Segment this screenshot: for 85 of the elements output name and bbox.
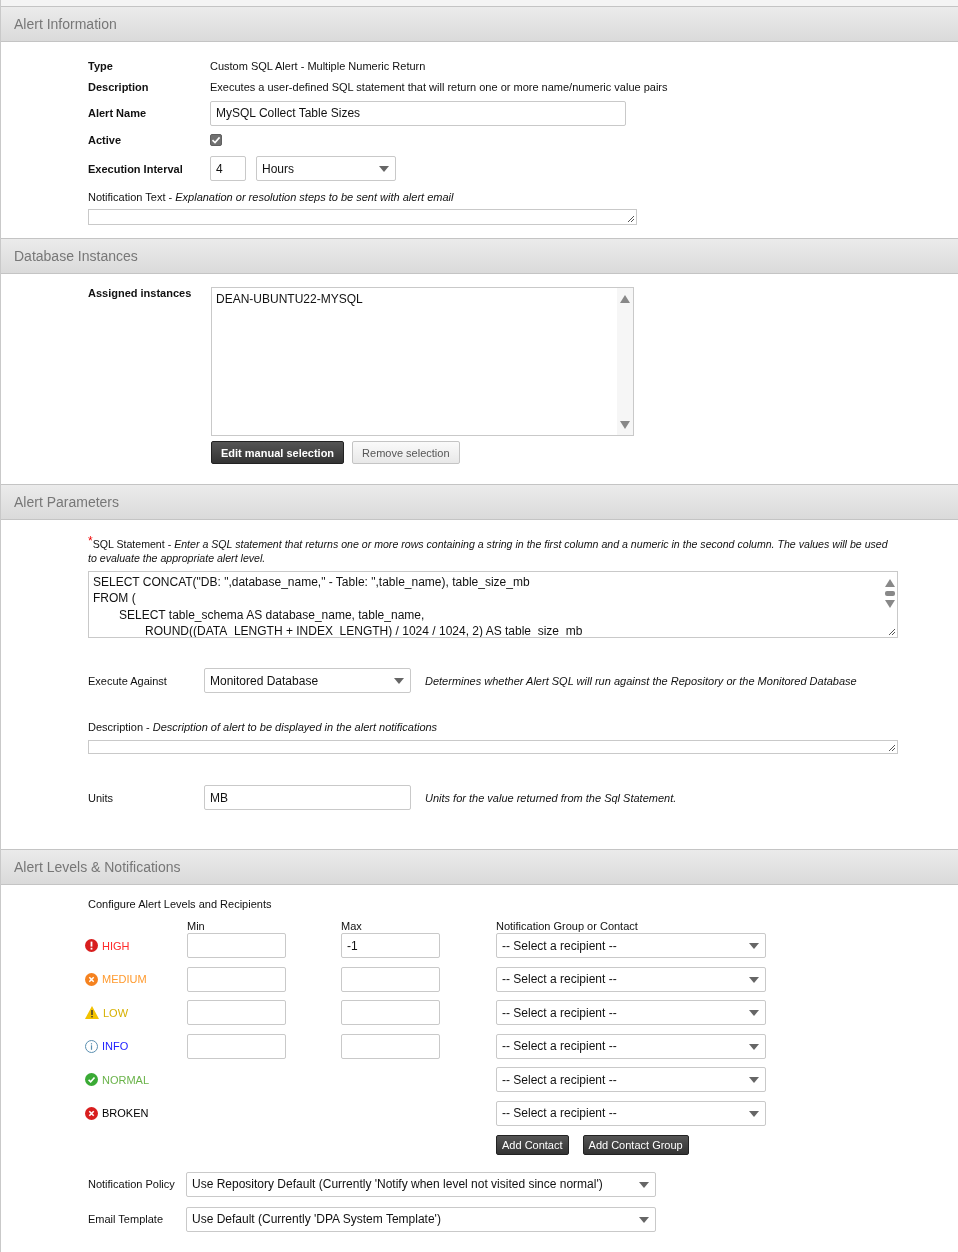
x-circle-icon xyxy=(85,972,98,986)
max-field[interactable] xyxy=(341,1033,440,1059)
max-field[interactable]: -1 xyxy=(341,933,440,958)
selection-button[interactable]: Remove selection xyxy=(352,441,460,464)
caret-icon xyxy=(749,943,759,949)
field-label: Alert Name xyxy=(88,107,148,119)
caret-icon xyxy=(749,1077,759,1084)
scroll-up-icon[interactable] xyxy=(885,579,895,587)
active-checkbox[interactable] xyxy=(210,134,222,146)
scroll-down-icon[interactable] xyxy=(885,600,895,608)
field-label: Active xyxy=(88,134,123,146)
hint-text: Determines whether Alert SQL will run against the Repository or the Monitored Database xyxy=(425,674,857,687)
min-field[interactable] xyxy=(187,933,286,958)
section-title: Alert Levels & Notifications xyxy=(14,859,181,875)
caret-icon xyxy=(379,166,389,172)
level-name: MEDIUM xyxy=(102,973,147,986)
caret-icon xyxy=(639,1181,649,1188)
units-field[interactable]: MB xyxy=(204,785,411,810)
sql-statement-field[interactable]: SELECT CONCAT("DB: ",database_name," - Table: ",table_name), table_size_mb FROM ( SELECT table_schema AS database_name, table_name, ROUND((DATA_LENGTH + INDEX_LENGTH) / 1024 / 1024, 2) AS table_size_mb xyxy=(88,571,898,638)
notification-text-label: Notification Text - Explanation or resolution steps to be sent with alert email xyxy=(88,191,454,203)
min-field[interactable] xyxy=(187,966,286,992)
description-label: Description - Description of alert to be displayed in the alert notifications xyxy=(88,721,438,733)
column-header: Min xyxy=(187,919,206,932)
check-circle-icon xyxy=(85,1073,98,1087)
field-label: Execute Against xyxy=(88,674,168,687)
recipient-dropdown[interactable]: -- Select a recipient -- xyxy=(496,1000,766,1026)
recipient-dropdown[interactable]: -- Select a recipient -- xyxy=(496,1033,766,1059)
min-field[interactable] xyxy=(187,1033,286,1059)
email-template-dropdown[interactable]: Use Default (Currently 'DPA System Template') xyxy=(186,1206,656,1232)
max-field[interactable] xyxy=(341,966,440,992)
x-circle-icon xyxy=(85,1106,98,1120)
execute-against-dropdown[interactable]: Monitored Database xyxy=(204,668,411,693)
section-title: Alert Information xyxy=(14,16,117,32)
resize-grip-icon xyxy=(888,744,896,752)
scroll-up-icon[interactable] xyxy=(620,295,630,303)
hint-text: Units for the value returned from the Sql Statement. xyxy=(425,791,677,804)
recipient-dropdown[interactable]: -- Select a recipient -- xyxy=(496,966,766,992)
level-name: NORMAL xyxy=(102,1073,150,1086)
level-name: LOW xyxy=(103,1006,129,1019)
add-button[interactable]: Add Contact Group xyxy=(582,1134,689,1155)
scroll-down-icon[interactable] xyxy=(620,421,630,429)
field-label: Units xyxy=(88,791,115,804)
max-field[interactable] xyxy=(341,1000,440,1026)
interval-unit-dropdown[interactable]: Hours xyxy=(256,156,396,181)
resize-grip-icon xyxy=(627,215,635,223)
notification-text-field[interactable] xyxy=(88,209,637,225)
scrollbar-thumb-icon[interactable] xyxy=(885,591,895,596)
exclamation-icon xyxy=(85,939,98,952)
caret-icon xyxy=(749,976,759,983)
field-label: Notification Policy xyxy=(88,1178,176,1191)
recipient-dropdown[interactable]: -- Select a recipient -- xyxy=(496,1067,766,1093)
description-value: Executes a user-defined SQL statement that will return one or more name/numeric value pairs xyxy=(210,80,668,93)
resize-grip-icon xyxy=(888,628,896,636)
field-label: Assigned instances xyxy=(88,287,193,301)
instance-item[interactable]: DEAN-UBUNTU22-MYSQL xyxy=(216,292,363,306)
field-label: Description xyxy=(88,80,150,93)
warning-icon xyxy=(85,1006,99,1020)
caret-icon xyxy=(639,1216,649,1223)
instances-list[interactable]: DEAN-UBUNTU22-MYSQL xyxy=(211,287,634,436)
info-icon xyxy=(85,1039,98,1053)
interval-field[interactable]: 4 xyxy=(210,156,246,181)
field-label: Execution Interval xyxy=(88,162,184,175)
selection-button[interactable]: Edit manual selection xyxy=(211,441,345,464)
recipient-dropdown[interactable]: -- Select a recipient -- xyxy=(496,933,766,958)
level-name: HIGH xyxy=(102,939,130,952)
caret-icon xyxy=(394,678,404,684)
level-name: INFO xyxy=(102,1040,129,1053)
levels-heading: Configure Alert Levels and Recipients xyxy=(88,898,272,910)
column-header: Notification Group or Contact xyxy=(496,919,639,932)
level-name: BROKEN xyxy=(102,1107,149,1120)
column-header: Max xyxy=(341,919,363,932)
recipient-dropdown[interactable]: -- Select a recipient -- xyxy=(496,1100,766,1126)
field-label: Email Template xyxy=(88,1213,164,1226)
notification-policy-dropdown[interactable]: Use Repository Default (Currently 'Notify when level not visited since normal') xyxy=(186,1171,656,1197)
field-label: Type xyxy=(88,59,114,72)
min-field[interactable] xyxy=(187,1000,286,1026)
caret-icon xyxy=(749,1043,759,1050)
caret-icon xyxy=(749,1110,759,1117)
alert-name-field[interactable]: MySQL Collect Table Sizes xyxy=(210,100,626,126)
section-title: Database Instances xyxy=(14,248,138,264)
add-button[interactable]: Add Contact xyxy=(496,1134,569,1155)
type-value: Custom SQL Alert - Multiple Numeric Return xyxy=(210,59,426,72)
description-field[interactable] xyxy=(88,740,898,754)
section-title: Alert Parameters xyxy=(14,494,120,510)
caret-icon xyxy=(749,1010,759,1017)
